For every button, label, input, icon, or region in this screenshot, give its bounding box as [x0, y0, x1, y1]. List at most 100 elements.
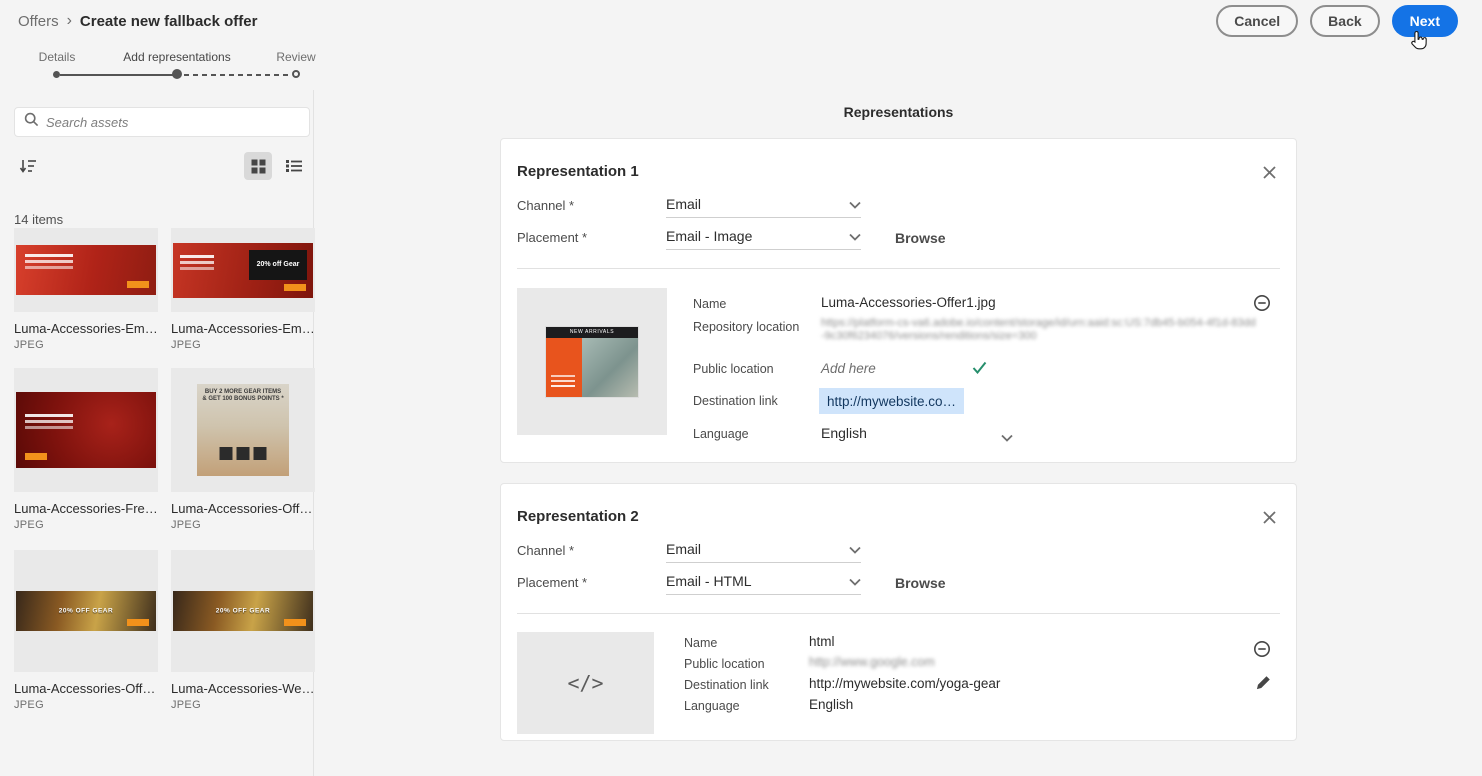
- representations-heading: Representations: [500, 104, 1297, 120]
- asset-count: 14 items: [14, 212, 63, 227]
- list-view-button[interactable]: [280, 152, 308, 180]
- breadcrumb: Offers › Create new fallback offer: [18, 12, 257, 30]
- asset-type: JPEG: [14, 519, 158, 531]
- asset-name: Luma-Accessories-Em…: [171, 321, 315, 336]
- step-details[interactable]: Details: [39, 50, 76, 64]
- asset-name: Luma-Accessories-Em…: [14, 321, 158, 336]
- representation-asset-preview: </>: [517, 632, 654, 734]
- channel-label: Channel *: [517, 543, 574, 558]
- art-cta-chip: [25, 453, 47, 460]
- asset-tile[interactable]: 20% OFF GEAR Luma-Accessories-We… JPEG: [171, 550, 315, 711]
- step-review[interactable]: Review: [276, 50, 315, 64]
- art-text-lines: [551, 385, 575, 387]
- placement-picker[interactable]: Email - Image: [666, 223, 861, 250]
- destination-link-label: Destination link: [684, 678, 769, 692]
- asset-tile[interactable]: 20% OFF GEAR Luma-Accessories-Off… JPEG: [14, 550, 158, 711]
- art-orange-panel: [546, 338, 582, 397]
- placement-label: Placement *: [517, 575, 587, 590]
- list-view-icon: [286, 159, 302, 173]
- public-location-label: Public location: [693, 362, 774, 376]
- assets-panel: 14 items Luma-Accessories-Em… JPEG 20% o…: [0, 90, 314, 776]
- asset-name: Luma-Accessories-Fre…: [14, 501, 158, 516]
- browse-link[interactable]: Browse: [895, 575, 946, 591]
- destination-link-value: http://mywebsite.com/yoga-gear: [809, 676, 1000, 691]
- channel-picker[interactable]: Email: [666, 191, 861, 218]
- language-picker[interactable]: English: [821, 425, 867, 441]
- placement-picker[interactable]: Email - HTML: [666, 568, 861, 595]
- asset-tile[interactable]: 20% off Gear Luma-Accessories-Em… JPEG: [171, 228, 315, 351]
- cancel-button[interactable]: Cancel: [1216, 5, 1298, 37]
- browse-link[interactable]: Browse: [895, 230, 946, 246]
- asset-thumbnail: 20% off Gear: [171, 228, 315, 312]
- asset-tile[interactable]: Luma-Accessories-Fre… JPEG: [14, 368, 158, 531]
- step-connector-dashed: [184, 74, 291, 76]
- asset-tile[interactable]: Luma-Accessories-Em… JPEG: [14, 228, 158, 351]
- public-location-input[interactable]: Add here: [821, 361, 876, 376]
- edit-pencil-icon[interactable]: [1253, 672, 1273, 692]
- chevron-down-icon[interactable]: [1001, 429, 1013, 447]
- destination-link-label: Destination link: [693, 394, 778, 408]
- step-current-dot: [172, 69, 182, 79]
- chevron-down-icon: [849, 573, 861, 589]
- channel-label: Channel *: [517, 198, 574, 213]
- public-location-label: Public location: [684, 657, 765, 671]
- remove-asset-icon[interactable]: [1252, 293, 1272, 313]
- wizard-steps: Details Add representations Review: [0, 48, 360, 88]
- asset-name: Luma-Accessories-Off…: [14, 681, 158, 696]
- back-button[interactable]: Back: [1310, 5, 1379, 37]
- sort-icon: [19, 158, 37, 174]
- asset-tile[interactable]: BUY 2 MORE GEAR ITEMS & GET 100 BONUS PO…: [171, 368, 315, 531]
- representation-2-card: Representation 2 Channel * Email Placeme…: [500, 483, 1297, 741]
- asset-name: Luma-Accessories-We…: [171, 681, 315, 696]
- language-label: Language: [693, 427, 749, 441]
- asset-thumbnail: 20% OFF GEAR: [171, 550, 315, 672]
- channel-picker[interactable]: Email: [666, 536, 861, 563]
- art-cta-chip: [284, 619, 306, 626]
- representation-1-card: Representation 1 Channel * Email Placeme…: [500, 138, 1297, 463]
- thumbnail-art: 20% OFF GEAR: [173, 591, 313, 631]
- art-question-tiles: [220, 447, 267, 460]
- step-add-representations[interactable]: Add representations: [123, 50, 230, 64]
- breadcrumb-offers-link[interactable]: Offers: [18, 13, 59, 30]
- representation-2-title: Representation 2: [517, 508, 639, 525]
- representation-asset-preview: NEW ARRIVALS: [517, 288, 667, 435]
- grid-view-button[interactable]: [244, 152, 272, 180]
- art-text-lines: [25, 414, 73, 417]
- placement-value: Email - HTML: [666, 573, 752, 589]
- name-value: Luma-Accessories-Offer1.jpg: [821, 295, 996, 310]
- asset-type: JPEG: [14, 699, 158, 711]
- public-location-value: http://www.google.com: [809, 655, 935, 669]
- destination-link-input[interactable]: http://mywebsite.co…: [819, 388, 964, 414]
- confirm-check-icon[interactable]: [969, 357, 989, 377]
- art-offer-text: 20% OFF GEAR: [173, 608, 313, 615]
- sort-button[interactable]: [14, 152, 42, 180]
- art-offer-text: 20% OFF GEAR: [16, 608, 156, 615]
- remove-asset-icon[interactable]: [1252, 639, 1272, 659]
- asset-preview-art: NEW ARRIVALS: [546, 327, 638, 397]
- asset-type: JPEG: [171, 519, 315, 531]
- art-photo: [582, 338, 638, 397]
- divider: [517, 268, 1280, 269]
- close-icon[interactable]: [1258, 161, 1280, 183]
- name-value: html: [809, 634, 835, 649]
- art-text-lines: [25, 254, 73, 257]
- art-cta-chip: [127, 281, 149, 288]
- next-button[interactable]: Next: [1392, 5, 1458, 37]
- create-fallback-offer-page: Offers › Create new fallback offer Cance…: [0, 0, 1482, 776]
- asset-type: JPEG: [171, 699, 315, 711]
- search-input[interactable]: [46, 115, 300, 130]
- thumbnail-art: [16, 245, 156, 295]
- name-label: Name: [693, 297, 726, 311]
- channel-value: Email: [666, 196, 701, 212]
- asset-search: [14, 107, 310, 137]
- placement-label: Placement *: [517, 230, 587, 245]
- name-label: Name: [684, 636, 717, 650]
- thumbnail-art: 20% OFF GEAR: [16, 591, 156, 631]
- language-label: Language: [684, 699, 740, 713]
- close-icon[interactable]: [1258, 506, 1280, 528]
- art-cta-chip: [127, 619, 149, 626]
- chevron-down-icon: [849, 541, 861, 557]
- grid-view-icon: [251, 159, 266, 174]
- chevron-down-icon: [849, 228, 861, 244]
- art-text-lines: [180, 255, 214, 258]
